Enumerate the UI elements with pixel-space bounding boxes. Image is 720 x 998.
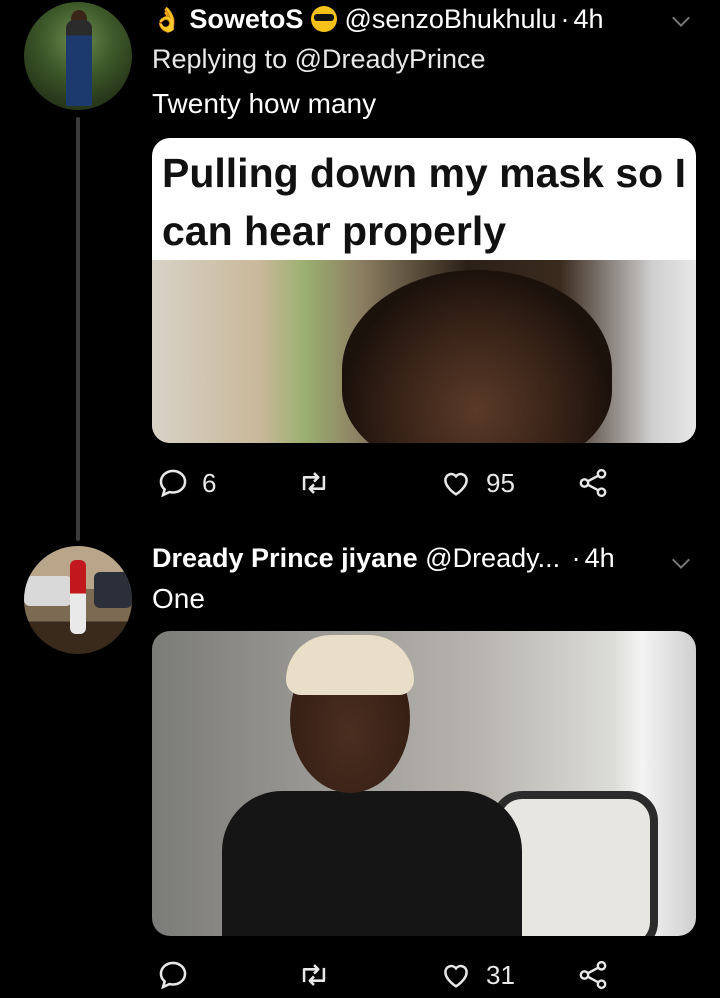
share-button[interactable]	[576, 955, 610, 995]
timestamp[interactable]: 4h	[574, 4, 604, 34]
meme-face	[342, 270, 612, 443]
separator: ·	[571, 543, 581, 573]
share-icon	[579, 468, 607, 498]
reply-icon	[159, 961, 187, 990]
tweet-actions: 31	[152, 955, 692, 995]
tweet-image[interactable]: Pulling down my mask so I can hear prope…	[152, 138, 696, 443]
tweet-1[interactable]: 👌 SowetoS @senzoBhukhulu · 4h Replying to …	[0, 0, 720, 541]
retweet-icon	[302, 472, 326, 494]
like-button[interactable]: 31	[438, 955, 515, 995]
reply-count: 6	[202, 467, 217, 498]
timestamp[interactable]: 4h	[585, 543, 615, 573]
thread-line	[76, 117, 80, 541]
avatar-figure	[70, 560, 86, 634]
like-count: 95	[486, 467, 515, 498]
tweet-header: 👌 SowetoS @senzoBhukhulu · 4h	[152, 4, 604, 35]
photo-hair	[286, 635, 414, 695]
tweet-text: One	[152, 583, 205, 614]
like-count: 31	[486, 959, 515, 990]
handle[interactable]: @senzoBhukhulu	[344, 4, 556, 34]
sunglasses-emoji-icon	[310, 6, 337, 32]
replying-to[interactable]: Replying to @DreadyPrince	[152, 44, 486, 75]
meme-caption: Pulling down my mask so I can hear prope…	[162, 150, 686, 254]
separator: ·	[560, 4, 570, 34]
reply-button[interactable]	[156, 955, 202, 995]
tweet-image[interactable]	[152, 631, 696, 936]
chevron-down-icon[interactable]	[670, 10, 692, 32]
share-icon	[579, 960, 607, 990]
avatar-figure	[66, 20, 92, 106]
avatar-car	[94, 572, 132, 608]
chevron-down-icon[interactable]	[670, 552, 692, 574]
like-button[interactable]: 95	[438, 463, 515, 503]
retweet-button[interactable]	[296, 955, 332, 995]
display-name[interactable]: SowetoS	[189, 4, 303, 34]
tweet-text: Twenty how many	[152, 88, 377, 119]
share-button[interactable]	[576, 463, 610, 503]
reply-button[interactable]: 6	[156, 463, 216, 503]
like-icon	[444, 964, 468, 988]
display-name[interactable]: Dready Prince jiyane	[152, 543, 418, 573]
avatar[interactable]	[24, 546, 132, 654]
tweet-header: Dready Prince jiyane @Dready... · 4h	[152, 543, 615, 574]
photo-body	[222, 791, 522, 936]
tweet-actions: 6 95	[152, 463, 692, 503]
reply-icon	[159, 469, 187, 498]
ok-hand-emoji-icon: 👌	[152, 7, 182, 34]
avatar-car	[24, 576, 72, 606]
handle[interactable]: @Dready...	[425, 543, 560, 573]
retweet-button[interactable]	[296, 463, 332, 503]
meme-photo	[152, 260, 696, 443]
like-icon	[444, 472, 468, 496]
avatar[interactable]	[24, 2, 132, 110]
retweet-icon	[302, 964, 326, 986]
